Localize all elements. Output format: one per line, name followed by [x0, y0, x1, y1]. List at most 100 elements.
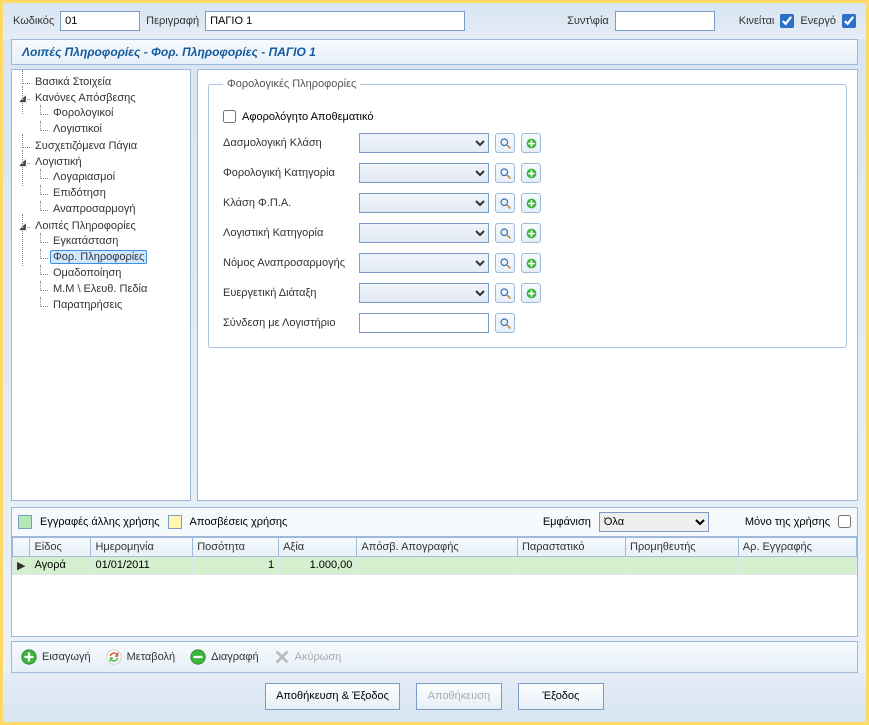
code-label: Κωδικός — [13, 15, 54, 27]
readj-law-select[interactable] — [359, 253, 489, 273]
save-exit-button[interactable]: Αποθήκευση & Έξοδος — [265, 683, 400, 710]
tree-deprec-rules[interactable]: Κανόνες Απόσβεσης — [32, 91, 139, 105]
readj-law-label: Νόμος Αναπροσαρμογής — [223, 257, 353, 269]
tariff-class-select[interactable] — [359, 133, 489, 153]
abbr-input[interactable] — [615, 11, 715, 31]
main-area: Βασικά Στοιχεία ◢ Κανόνες Απόσβεσης Φορο… — [11, 69, 858, 501]
fieldset-legend: Φορολογικές Πληροφορίες — [223, 78, 360, 90]
cell-doc — [517, 556, 625, 574]
tariff-class-label: Δασμολογική Κλάση — [223, 137, 353, 149]
save-button: Αποθήκευση — [416, 683, 502, 710]
search-icon[interactable] — [495, 193, 515, 213]
vat-class-label: Κλάση Φ.Π.Α. — [223, 197, 353, 209]
col-value[interactable]: Αξία — [279, 537, 357, 556]
link-ledger-input[interactable] — [359, 313, 489, 333]
exit-button[interactable]: Έξοδος — [518, 683, 604, 710]
link-ledger-label: Σύνδεση με Λογιστήριο — [223, 317, 353, 329]
form-panel: Φορολογικές Πληροφορίες Αφορολόγητο Αποθ… — [197, 69, 858, 501]
tree-basic-info[interactable]: Βασικά Στοιχεία — [32, 75, 114, 89]
tree-tax-info[interactable]: Φορ. Πληροφορίες — [50, 250, 147, 264]
col-doc[interactable]: Παραστατικό — [517, 537, 625, 556]
tree-installation[interactable]: Εγκατάσταση — [50, 234, 121, 248]
tax-free-reserve-checkbox[interactable] — [223, 110, 236, 123]
add-icon[interactable] — [521, 133, 541, 153]
chevron-down-icon[interactable]: ◢ — [18, 158, 27, 167]
tax-category-select[interactable] — [359, 163, 489, 183]
tree-tax-rules[interactable]: Φορολογικοί — [50, 106, 116, 120]
col-supplier[interactable]: Προμηθευτής — [626, 537, 739, 556]
search-icon[interactable] — [495, 313, 515, 333]
legend-other-year: Εγγραφές άλλης χρήσης — [40, 516, 160, 528]
tree-acct-rules[interactable]: Λογιστικοί — [50, 122, 105, 136]
search-icon[interactable] — [495, 223, 515, 243]
cell-inv-depr — [357, 556, 518, 574]
grid-action-bar: Εισαγωγή Μεταβολή Διαγραφή Ακύρωση — [11, 641, 858, 673]
moves-label: Κινείται — [739, 15, 775, 27]
only-year-label: Μόνο της χρήσης — [745, 516, 830, 528]
cell-type: Αγορά — [30, 556, 91, 574]
tree-grouping[interactable]: Ομαδοποίηση — [50, 266, 124, 280]
tree-notes[interactable]: Παρατηρήσεις — [50, 298, 125, 312]
tax-free-reserve-label: Αφορολόγητο Αποθεματικό — [242, 111, 373, 123]
active-checkbox[interactable] — [842, 14, 856, 28]
col-inv-depr[interactable]: Απόσβ. Απογραφής — [357, 537, 518, 556]
entries-panel: Εγγραφές άλλης χρήσης Αποσβέσεις χρήσης … — [11, 507, 858, 637]
cell-value: 1.000,00 — [279, 556, 357, 574]
cell-supplier — [626, 556, 739, 574]
refresh-circle-icon — [105, 648, 123, 666]
benefit-order-select[interactable] — [359, 283, 489, 303]
table-row[interactable]: ▶ Αγορά 01/01/2011 1 1.000,00 — [13, 556, 857, 574]
cancel-x-icon — [273, 648, 291, 666]
dialog-button-bar: Αποθήκευση & Έξοδος Αποθήκευση Έξοδος — [3, 673, 866, 722]
search-icon[interactable] — [495, 253, 515, 273]
tree-units-freefields[interactable]: Μ.Μ \ Ελευθ. Πεδία — [50, 282, 150, 296]
show-label: Εμφάνιση — [543, 516, 591, 528]
row-indicator-icon: ▶ — [13, 556, 30, 574]
acct-category-label: Λογιστική Κατηγορία — [223, 227, 353, 239]
show-select[interactable]: Όλα — [599, 512, 709, 532]
tax-info-fieldset: Φορολογικές Πληροφορίες Αφορολόγητο Αποθ… — [208, 78, 847, 348]
modify-button[interactable]: Μεταβολή — [105, 648, 175, 666]
col-entry-no[interactable]: Αρ. Εγγραφής — [738, 537, 856, 556]
vat-class-select[interactable] — [359, 193, 489, 213]
app-window: Κωδικός Περιγραφή Συντ\φία Κινείται Ενερ… — [0, 0, 869, 725]
add-icon[interactable] — [521, 193, 541, 213]
search-icon[interactable] — [495, 163, 515, 183]
grid-toolbar: Εγγραφές άλλης χρήσης Αποσβέσεις χρήσης … — [12, 508, 857, 537]
tax-category-label: Φορολογική Κατηγορία — [223, 167, 353, 179]
desc-input[interactable] — [205, 11, 465, 31]
add-icon[interactable] — [521, 283, 541, 303]
chevron-down-icon[interactable]: ◢ — [18, 94, 27, 103]
header-bar: Κωδικός Περιγραφή Συντ\φία Κινείται Ενερ… — [3, 3, 866, 39]
tree-accounting[interactable]: Λογιστική — [32, 155, 85, 169]
cell-entry-no — [738, 556, 856, 574]
tree-readjust[interactable]: Αναπροσαρμογή — [50, 202, 138, 216]
tree-related-assets[interactable]: Συσχετιζόμενα Πάγια — [32, 139, 140, 153]
tree-subsidy[interactable]: Επιδότηση — [50, 186, 109, 200]
add-icon[interactable] — [521, 163, 541, 183]
plus-circle-icon — [20, 648, 38, 666]
search-icon[interactable] — [495, 283, 515, 303]
cell-date: 01/01/2011 — [91, 556, 193, 574]
nav-tree: Βασικά Στοιχεία ◢ Κανόνες Απόσβεσης Φορο… — [11, 69, 191, 501]
desc-label: Περιγραφή — [146, 15, 199, 27]
entries-grid[interactable]: Είδος Ημερομηνία Ποσότητα Αξία Απόσβ. Απ… — [12, 537, 857, 636]
only-year-checkbox[interactable] — [838, 515, 851, 528]
add-icon[interactable] — [521, 253, 541, 273]
breadcrumb: Λοιπές Πληροφορίες - Φορ. Πληροφορίες - … — [11, 39, 858, 65]
swatch-deprec-icon — [168, 515, 182, 529]
legend-deprec: Αποσβέσεις χρήσης — [190, 516, 288, 528]
insert-button[interactable]: Εισαγωγή — [20, 648, 91, 666]
tree-accounts[interactable]: Λογαριασμοί — [50, 170, 118, 184]
moves-checkbox[interactable] — [780, 14, 794, 28]
delete-button[interactable]: Διαγραφή — [189, 648, 259, 666]
search-icon[interactable] — [495, 133, 515, 153]
code-input[interactable] — [60, 11, 140, 31]
chevron-down-icon[interactable]: ◢ — [18, 222, 27, 231]
col-date[interactable]: Ημερομηνία — [91, 537, 193, 556]
col-qty[interactable]: Ποσότητα — [193, 537, 279, 556]
tree-other-info[interactable]: Λοιπές Πληροφορίες — [32, 219, 139, 233]
acct-category-select[interactable] — [359, 223, 489, 243]
add-icon[interactable] — [521, 223, 541, 243]
col-type[interactable]: Είδος — [30, 537, 91, 556]
